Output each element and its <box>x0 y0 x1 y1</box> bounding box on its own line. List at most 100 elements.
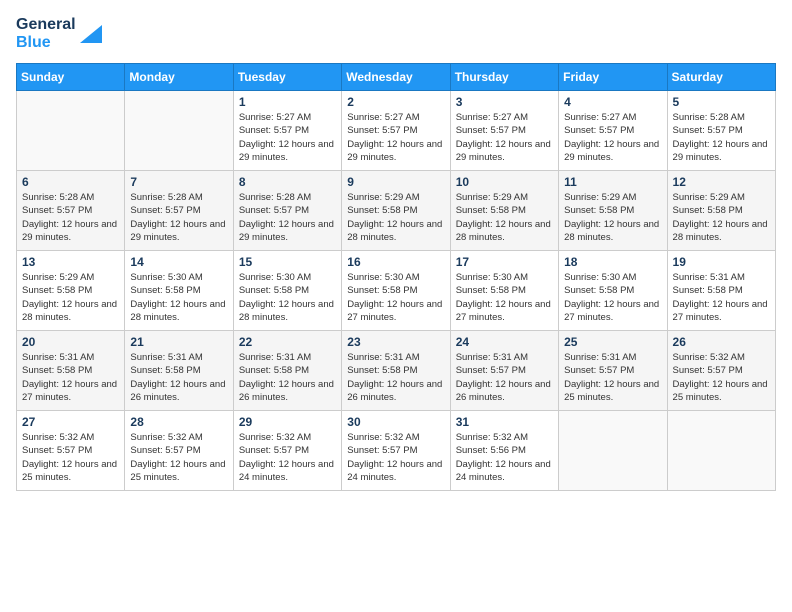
header-thursday: Thursday <box>450 64 558 91</box>
day-info: Sunrise: 5:31 AMSunset: 5:58 PMDaylight:… <box>239 351 336 404</box>
day-number: 17 <box>456 255 553 269</box>
day-info: Sunrise: 5:30 AMSunset: 5:58 PMDaylight:… <box>564 271 661 324</box>
day-number: 9 <box>347 175 444 189</box>
day-number: 31 <box>456 415 553 429</box>
logo-blue: Blue <box>16 34 76 52</box>
calendar-cell: 14 Sunrise: 5:30 AMSunset: 5:58 PMDayligh… <box>125 251 233 331</box>
calendar-week-row: 13 Sunrise: 5:29 AMSunset: 5:58 PMDayligh… <box>17 251 776 331</box>
header-sunday: Sunday <box>17 64 125 91</box>
day-info: Sunrise: 5:31 AMSunset: 5:58 PMDaylight:… <box>130 351 227 404</box>
calendar-cell: 11 Sunrise: 5:29 AMSunset: 5:58 PMDayligh… <box>559 171 667 251</box>
calendar-cell: 4 Sunrise: 5:27 AMSunset: 5:57 PMDaylight… <box>559 91 667 171</box>
day-number: 11 <box>564 175 661 189</box>
day-number: 16 <box>347 255 444 269</box>
day-number: 25 <box>564 335 661 349</box>
calendar-cell: 26Sunrise: 5:32 AMSunset: 5:57 PMDayligh… <box>667 331 775 411</box>
calendar-cell: 23Sunrise: 5:31 AMSunset: 5:58 PMDayligh… <box>342 331 450 411</box>
day-info: Sunrise: 5:29 AMSunset: 5:58 PMDaylight:… <box>564 191 661 244</box>
day-number: 23 <box>347 335 444 349</box>
day-number: 14 <box>130 255 227 269</box>
calendar-cell: 3 Sunrise: 5:27 AMSunset: 5:57 PMDaylight… <box>450 91 558 171</box>
calendar-cell: 1 Sunrise: 5:27 AMSunset: 5:57 PMDaylight… <box>233 91 341 171</box>
day-info: Sunrise: 5:32 AMSunset: 5:57 PMDaylight:… <box>239 431 336 484</box>
day-info: Sunrise: 5:32 AMSunset: 5:57 PMDaylight:… <box>130 431 227 484</box>
header-friday: Friday <box>559 64 667 91</box>
calendar-cell: 25 Sunrise: 5:31 AMSunset: 5:57 PMDayligh… <box>559 331 667 411</box>
day-number: 5 <box>673 95 770 109</box>
calendar-cell: 21 Sunrise: 5:31 AMSunset: 5:58 PMDayligh… <box>125 331 233 411</box>
day-info: Sunrise: 5:27 AMSunset: 5:57 PMDaylight:… <box>347 111 444 164</box>
day-info: Sunrise: 5:27 AMSunset: 5:57 PMDaylight:… <box>239 111 336 164</box>
calendar-cell <box>125 91 233 171</box>
calendar-cell: 8 Sunrise: 5:28 AMSunset: 5:57 PMDaylight… <box>233 171 341 251</box>
calendar-cell: 7 Sunrise: 5:28 AMSunset: 5:57 PMDaylight… <box>125 171 233 251</box>
logo-arrow-icon <box>80 25 102 43</box>
day-info: Sunrise: 5:28 AMSunset: 5:57 PMDaylight:… <box>239 191 336 244</box>
calendar-cell: 20 Sunrise: 5:31 AMSunset: 5:58 PMDayligh… <box>17 331 125 411</box>
day-number: 7 <box>130 175 227 189</box>
calendar-week-row: 6 Sunrise: 5:28 AMSunset: 5:57 PMDaylight… <box>17 171 776 251</box>
day-info: Sunrise: 5:32 AMSunset: 5:57 PMDaylight:… <box>22 431 119 484</box>
calendar-cell: 15 Sunrise: 5:30 AMSunset: 5:58 PMDayligh… <box>233 251 341 331</box>
calendar-cell: 5 Sunrise: 5:28 AMSunset: 5:57 PMDaylight… <box>667 91 775 171</box>
day-info: Sunrise: 5:28 AMSunset: 5:57 PMDaylight:… <box>130 191 227 244</box>
day-number: 4 <box>564 95 661 109</box>
day-number: 8 <box>239 175 336 189</box>
calendar-week-row: 1 Sunrise: 5:27 AMSunset: 5:57 PMDaylight… <box>17 91 776 171</box>
logo: General Blue <box>16 16 102 51</box>
calendar-week-row: 20 Sunrise: 5:31 AMSunset: 5:58 PMDayligh… <box>17 331 776 411</box>
day-number: 6 <box>22 175 119 189</box>
day-info: Sunrise: 5:27 AMSunset: 5:57 PMDaylight:… <box>564 111 661 164</box>
calendar-cell: 6Sunrise: 5:28 AMSunset: 5:57 PMDaylight… <box>17 171 125 251</box>
calendar-cell: 24Sunrise: 5:31 AMSunset: 5:57 PMDayligh… <box>450 331 558 411</box>
day-number: 10 <box>456 175 553 189</box>
calendar-cell <box>559 411 667 491</box>
calendar-cell: 12Sunrise: 5:29 AMSunset: 5:58 PMDayligh… <box>667 171 775 251</box>
calendar-cell: 13 Sunrise: 5:29 AMSunset: 5:58 PMDayligh… <box>17 251 125 331</box>
calendar-cell: 17 Sunrise: 5:30 AMSunset: 5:58 PMDayligh… <box>450 251 558 331</box>
day-number: 13 <box>22 255 119 269</box>
day-info: Sunrise: 5:30 AMSunset: 5:58 PMDaylight:… <box>347 271 444 324</box>
day-number: 27 <box>22 415 119 429</box>
day-info: Sunrise: 5:30 AMSunset: 5:58 PMDaylight:… <box>130 271 227 324</box>
day-info: Sunrise: 5:29 AMSunset: 5:58 PMDaylight:… <box>22 271 119 324</box>
day-number: 19 <box>673 255 770 269</box>
calendar-cell: 16 Sunrise: 5:30 AMSunset: 5:58 PMDayligh… <box>342 251 450 331</box>
calendar-cell: 31 Sunrise: 5:32 AMSunset: 5:56 PMDayligh… <box>450 411 558 491</box>
day-info: Sunrise: 5:28 AMSunset: 5:57 PMDaylight:… <box>673 111 770 164</box>
day-number: 18 <box>564 255 661 269</box>
day-info: Sunrise: 5:30 AMSunset: 5:58 PMDaylight:… <box>456 271 553 324</box>
day-info: Sunrise: 5:31 AMSunset: 5:58 PMDaylight:… <box>22 351 119 404</box>
day-info: Sunrise: 5:32 AMSunset: 5:57 PMDaylight:… <box>673 351 770 404</box>
day-info: Sunrise: 5:29 AMSunset: 5:58 PMDaylight:… <box>673 191 770 244</box>
day-info: Sunrise: 5:32 AMSunset: 5:56 PMDaylight:… <box>456 431 553 484</box>
day-number: 29 <box>239 415 336 429</box>
calendar-cell: 22 Sunrise: 5:31 AMSunset: 5:58 PMDayligh… <box>233 331 341 411</box>
calendar-cell: 9 Sunrise: 5:29 AMSunset: 5:58 PMDaylight… <box>342 171 450 251</box>
day-number: 15 <box>239 255 336 269</box>
calendar-cell: 27 Sunrise: 5:32 AMSunset: 5:57 PMDayligh… <box>17 411 125 491</box>
day-info: Sunrise: 5:29 AMSunset: 5:58 PMDaylight:… <box>347 191 444 244</box>
header-wednesday: Wednesday <box>342 64 450 91</box>
day-info: Sunrise: 5:31 AMSunset: 5:57 PMDaylight:… <box>564 351 661 404</box>
calendar-cell: 19Sunrise: 5:31 AMSunset: 5:58 PMDayligh… <box>667 251 775 331</box>
day-info: Sunrise: 5:32 AMSunset: 5:57 PMDaylight:… <box>347 431 444 484</box>
calendar-cell: 10Sunrise: 5:29 AMSunset: 5:58 PMDayligh… <box>450 171 558 251</box>
header-tuesday: Tuesday <box>233 64 341 91</box>
day-number: 3 <box>456 95 553 109</box>
page-header: General Blue <box>16 16 776 51</box>
days-header-row: Sunday Monday Tuesday Wednesday Thursday… <box>17 64 776 91</box>
day-number: 1 <box>239 95 336 109</box>
calendar-cell: 28 Sunrise: 5:32 AMSunset: 5:57 PMDayligh… <box>125 411 233 491</box>
header-saturday: Saturday <box>667 64 775 91</box>
calendar-cell: 18 Sunrise: 5:30 AMSunset: 5:58 PMDayligh… <box>559 251 667 331</box>
day-number: 22 <box>239 335 336 349</box>
logo-general: General <box>16 16 76 34</box>
day-info: Sunrise: 5:30 AMSunset: 5:58 PMDaylight:… <box>239 271 336 324</box>
day-number: 24 <box>456 335 553 349</box>
day-info: Sunrise: 5:27 AMSunset: 5:57 PMDaylight:… <box>456 111 553 164</box>
day-number: 28 <box>130 415 227 429</box>
day-number: 20 <box>22 335 119 349</box>
day-number: 21 <box>130 335 227 349</box>
calendar-cell: 29 Sunrise: 5:32 AMSunset: 5:57 PMDayligh… <box>233 411 341 491</box>
